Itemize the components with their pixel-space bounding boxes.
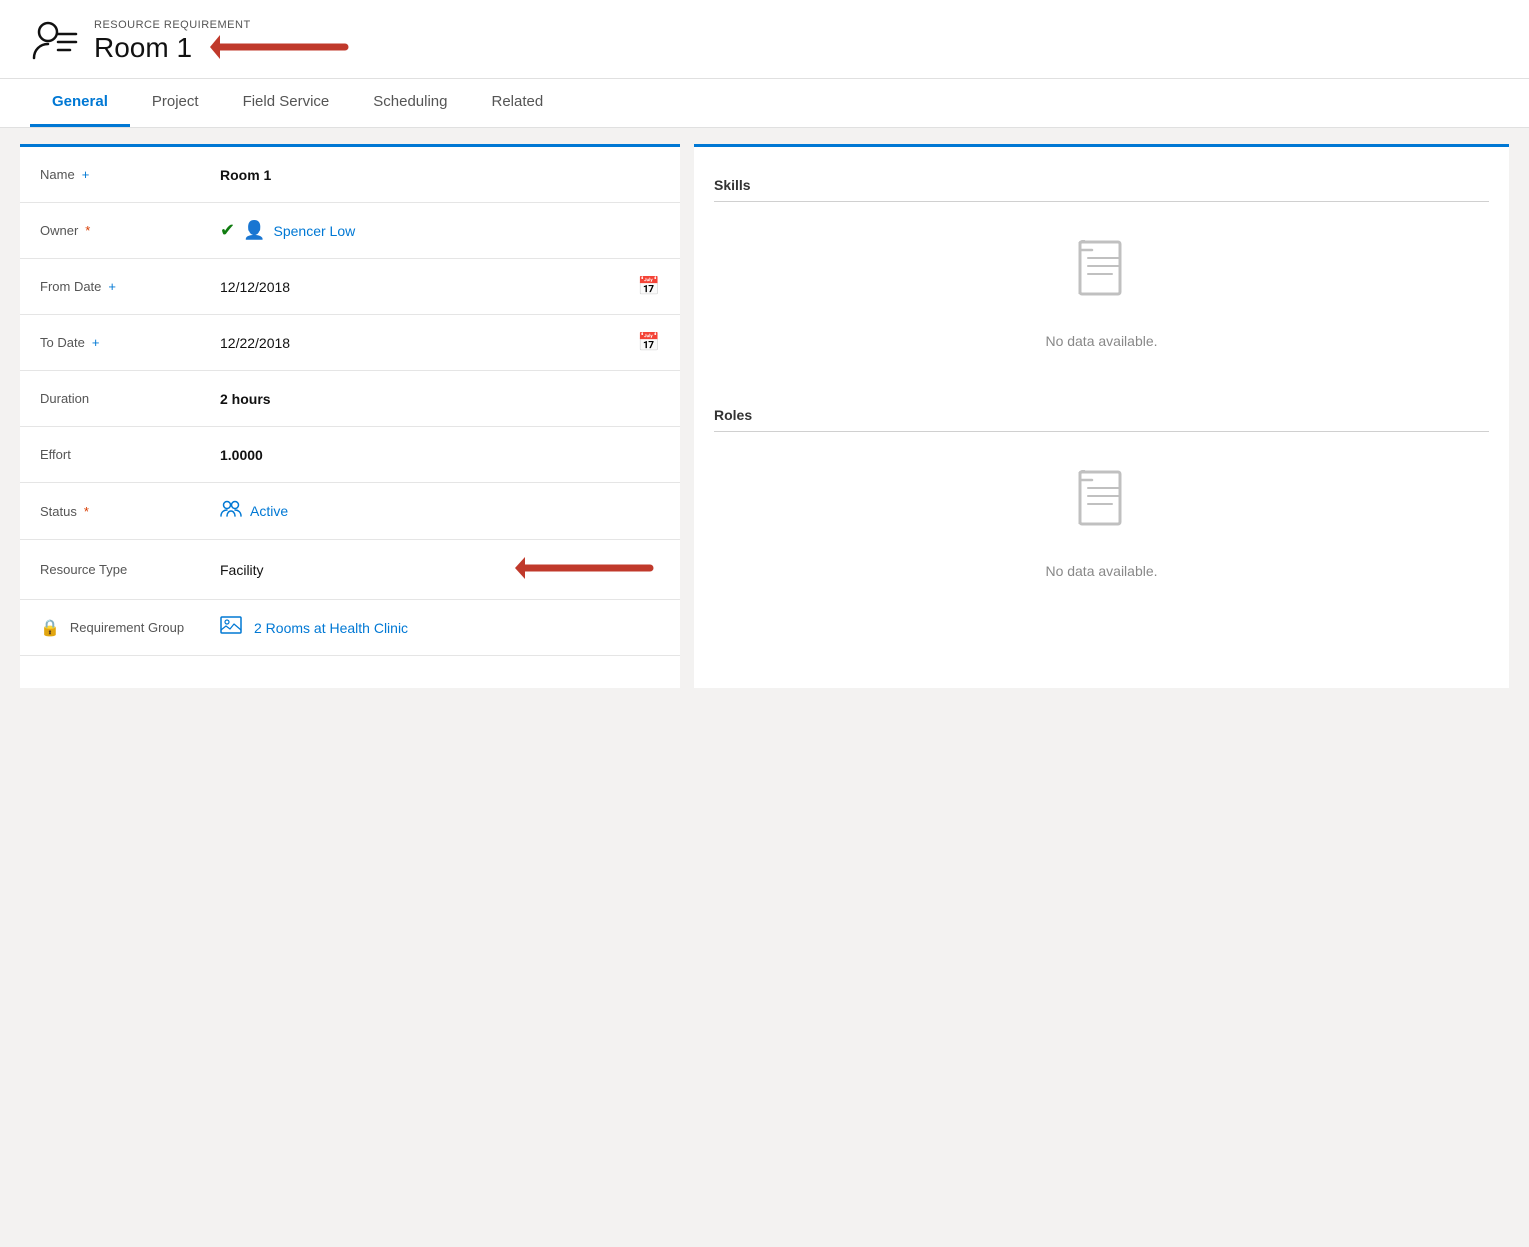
owner-row: Owner * ✔ 👤 Spencer Low	[20, 203, 680, 259]
red-arrow-icon	[210, 31, 355, 66]
header-subtitle: RESOURCE REQUIREMENT	[94, 19, 355, 31]
resource-type-label: Resource Type	[40, 562, 220, 577]
left-panel: Name + Room 1 Owner * ✔ 👤 Spencer Low Fr…	[20, 144, 680, 688]
to-date-label: To Date +	[40, 335, 220, 350]
requirement-group-label: 🔒 Requirement Group	[40, 618, 220, 638]
skills-title: Skills	[714, 163, 1489, 202]
skills-section: Skills No data available.	[714, 163, 1489, 369]
from-date-value[interactable]: 12/12/2018 📅	[220, 276, 660, 297]
effort-value[interactable]: 1.0000	[220, 447, 660, 463]
to-date-row: To Date + 12/22/2018 📅	[20, 315, 680, 371]
roles-no-data-area: No data available.	[714, 440, 1489, 599]
group-icon	[220, 497, 242, 525]
name-label: Name +	[40, 167, 220, 182]
to-date-calendar-icon[interactable]: 📅	[638, 332, 660, 353]
status-required: *	[84, 504, 89, 519]
image-icon	[220, 616, 242, 639]
status-label: Status *	[40, 504, 220, 519]
green-check-icon: ✔	[220, 220, 235, 241]
tab-project[interactable]: Project	[130, 79, 221, 127]
person-icon: 👤	[243, 220, 265, 241]
roles-title: Roles	[714, 393, 1489, 432]
from-date-label: From Date +	[40, 279, 220, 294]
name-required: +	[82, 167, 90, 182]
status-row: Status * Active	[20, 483, 680, 540]
duration-label: Duration	[40, 391, 220, 406]
header-text-block: RESOURCE REQUIREMENT Room 1	[94, 19, 355, 66]
requirement-group-row: 🔒 Requirement Group 2 Rooms at Health Cl…	[20, 600, 680, 656]
right-panel: Skills No data available.	[694, 144, 1509, 688]
from-date-row: From Date + 12/12/2018 📅	[20, 259, 680, 315]
page-title: Room 1	[94, 31, 192, 65]
roles-no-data-icon	[1072, 470, 1132, 553]
skills-no-data-area: No data available.	[714, 210, 1489, 369]
lock-icon: 🔒	[40, 618, 60, 638]
tab-related[interactable]: Related	[470, 79, 566, 127]
tab-general[interactable]: General	[30, 79, 130, 127]
bottom-spacer	[20, 656, 680, 688]
requirement-group-value[interactable]: 2 Rooms at Health Clinic	[220, 616, 660, 639]
resource-type-value[interactable]: Facility	[220, 554, 660, 585]
skills-no-data-text: No data available.	[1045, 333, 1157, 349]
owner-label: Owner *	[40, 223, 220, 238]
main-content: Name + Room 1 Owner * ✔ 👤 Spencer Low Fr…	[0, 128, 1529, 704]
effort-label: Effort	[40, 447, 220, 462]
from-date-calendar-icon[interactable]: 📅	[638, 276, 660, 297]
duration-row: Duration 2 hours	[20, 371, 680, 427]
roles-section: Roles No data available.	[714, 393, 1489, 599]
name-row: Name + Room 1	[20, 147, 680, 203]
status-value[interactable]: Active	[220, 497, 660, 525]
page-header: RESOURCE REQUIREMENT Room 1	[0, 0, 1529, 79]
roles-no-data-text: No data available.	[1045, 563, 1157, 579]
to-date-required: +	[92, 335, 100, 350]
duration-value[interactable]: 2 hours	[220, 391, 660, 407]
skills-no-data-icon	[1072, 240, 1132, 323]
tab-field-service[interactable]: Field Service	[221, 79, 352, 127]
resource-type-row: Resource Type Facility	[20, 540, 680, 600]
resource-type-red-arrow	[515, 554, 660, 585]
effort-row: Effort 1.0000	[20, 427, 680, 483]
resource-requirement-icon	[30, 18, 78, 66]
owner-value[interactable]: ✔ 👤 Spencer Low	[220, 220, 660, 241]
tab-bar: General Project Field Service Scheduling…	[0, 79, 1529, 128]
owner-required: *	[85, 223, 90, 238]
tab-scheduling[interactable]: Scheduling	[351, 79, 469, 127]
to-date-value[interactable]: 12/22/2018 📅	[220, 332, 660, 353]
name-value[interactable]: Room 1	[220, 167, 660, 183]
from-date-required: +	[108, 279, 116, 294]
